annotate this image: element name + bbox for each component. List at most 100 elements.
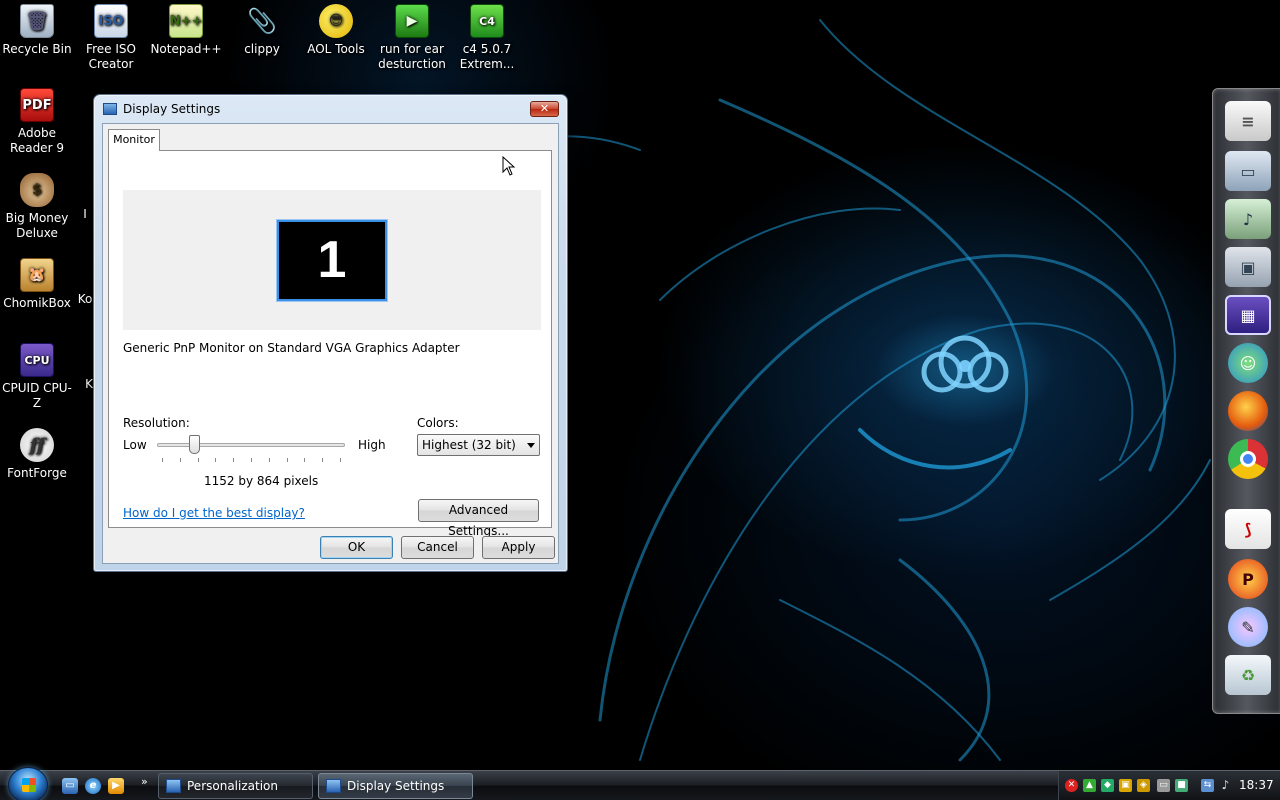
- mouse-cursor-icon: [502, 156, 516, 176]
- taskbar: ▭ e ▶ » Personalization Display Settings…: [0, 767, 1280, 800]
- folder-music-icon[interactable]: ♪: [1225, 199, 1271, 239]
- desktop-icon-free-iso-creator[interactable]: ISO Free ISO Creator: [73, 4, 149, 72]
- start-button[interactable]: [8, 767, 48, 800]
- notepad-plus-plus-icon: N++: [169, 4, 203, 38]
- resolution-label: Resolution:: [123, 416, 190, 430]
- chevron-down-icon: [527, 443, 535, 448]
- c4-icon: C4: [470, 4, 504, 38]
- desktop-icon-label: FontForge: [7, 466, 67, 480]
- tab-monitor[interactable]: Monitor: [108, 129, 160, 151]
- desktop-icon-aol-tools[interactable]: 😎 AOL Tools: [298, 4, 374, 57]
- colors-label: Colors:: [417, 416, 459, 430]
- desktop-icon-label: CPUID CPU-Z: [2, 381, 72, 410]
- desktop-icon-cpu-z[interactable]: CPU CPUID CPU-Z: [0, 343, 75, 411]
- security-alert-icon[interactable]: ✕: [1065, 779, 1078, 792]
- resolution-slider-thumb[interactable]: [188, 435, 200, 454]
- monitor-tab-panel: 1 Generic PnP Monitor on Standard VGA Gr…: [108, 150, 552, 538]
- run-for-ear-icon: ▶: [395, 4, 429, 38]
- fontforge-icon: ff: [20, 428, 54, 462]
- resolution-high-label: High: [358, 438, 386, 452]
- paint-brush-icon[interactable]: ✎: [1228, 607, 1268, 647]
- taskbar-button-display-settings[interactable]: Display Settings: [318, 773, 473, 799]
- colors-dropdown[interactable]: Highest (32 bit): [417, 434, 540, 456]
- volume-icon[interactable]: ♪: [1219, 779, 1232, 792]
- network-icon[interactable]: ⇆: [1201, 779, 1214, 792]
- adapter-label: Generic PnP Monitor on Standard VGA Grap…: [123, 341, 460, 355]
- monitor-arrangement-area: 1: [123, 190, 541, 330]
- advanced-settings-button[interactable]: Advanced Settings...: [418, 499, 539, 538]
- slider-tick: [162, 458, 163, 462]
- iso-creator-icon: ISO: [94, 4, 128, 38]
- lock-icon[interactable]: ▣: [1119, 779, 1132, 792]
- pin-app-icon[interactable]: P: [1228, 559, 1268, 599]
- media-player-icon[interactable]: ▶: [108, 778, 124, 794]
- quick-launch-more[interactable]: »: [141, 775, 148, 788]
- desktop-icon-label: AOL Tools: [307, 42, 365, 56]
- dialog-title: Display Settings: [123, 102, 221, 116]
- slider-tick: [340, 458, 341, 462]
- messenger-icon[interactable]: ☺: [1228, 343, 1268, 383]
- clock[interactable]: 18:37: [1239, 778, 1274, 792]
- partial-icon-label: I: [83, 207, 87, 221]
- best-display-help-link[interactable]: How do I get the best display?: [123, 506, 305, 520]
- slider-tick: [268, 458, 270, 462]
- slider-tick: [215, 458, 217, 462]
- display-settings-dialog: Display Settings ✕ Monitor 1 Generic PnP…: [93, 94, 568, 572]
- folder-pictures-icon[interactable]: ▣: [1225, 247, 1271, 287]
- adobe-reader-dock-icon[interactable]: ⟆: [1225, 509, 1271, 549]
- desktop-icon-c4[interactable]: C4 c4 5.0.7 Extrem...: [449, 4, 525, 72]
- desktop-icon-label: c4 5.0.7 Extrem...: [459, 42, 515, 71]
- aol-tools-icon: 😎: [319, 4, 353, 38]
- app-tray-icon[interactable]: ■: [1175, 779, 1188, 792]
- taskbar-button-label: Display Settings: [347, 779, 445, 793]
- slider-tick: [304, 458, 306, 462]
- desktop-icon-label: Notepad++: [150, 42, 222, 56]
- desktop-icon-chomikbox[interactable]: 🐹 ChomikBox: [0, 258, 75, 311]
- recycle-bin-icon: 🗑: [20, 4, 54, 38]
- show-desktop-icon[interactable]: ▭: [62, 778, 78, 794]
- cpu-z-dock-icon[interactable]: ▦: [1225, 295, 1271, 335]
- desktop-icon-label: clippy: [244, 42, 280, 56]
- taskbar-button-label: Personalization: [187, 779, 278, 793]
- desktop-icon-label: ChomikBox: [3, 296, 71, 310]
- close-icon: ✕: [539, 102, 550, 115]
- desktop-icon-fontforge[interactable]: ff FontForge: [0, 428, 75, 481]
- desktop-icon-adobe-reader[interactable]: PDF Adobe Reader 9: [0, 88, 75, 156]
- windows-logo-icon: [22, 778, 36, 792]
- display-settings-icon: [103, 103, 117, 115]
- desktop-icon-recycle-bin[interactable]: 🗑 Recycle Bin: [0, 4, 75, 57]
- dialog-title-bar[interactable]: Display Settings ✕: [94, 95, 567, 123]
- cancel-button[interactable]: Cancel: [401, 536, 474, 559]
- desktop-icon-notepad-plus-plus[interactable]: N++ Notepad++: [148, 4, 224, 57]
- slider-tick: [286, 458, 288, 462]
- monitor-1-thumbnail[interactable]: 1: [276, 219, 388, 302]
- network-green-icon[interactable]: ▲: [1083, 779, 1096, 792]
- personalization-icon: [166, 779, 181, 793]
- apply-button[interactable]: Apply: [482, 536, 555, 559]
- slider-tick: [322, 458, 324, 462]
- desktop-icon-run-for-ear[interactable]: ▶ run for ear desturction: [374, 4, 450, 72]
- shield-icon[interactable]: ◈: [1137, 779, 1150, 792]
- monitor-tray-icon[interactable]: ▭: [1157, 779, 1170, 792]
- internet-explorer-icon[interactable]: e: [85, 778, 101, 794]
- resolution-slider-track[interactable]: [157, 443, 345, 447]
- antivirus-icon[interactable]: ◆: [1101, 779, 1114, 792]
- close-button[interactable]: ✕: [530, 101, 559, 117]
- slider-tick: [197, 458, 199, 462]
- system-tray: ✕ ▲ ◆ ▣ ◈ ▭ ■ ⇆ ♪ 18:37: [1058, 771, 1280, 800]
- big-money-icon: $: [20, 173, 54, 207]
- desktop-icon-clippy[interactable]: 📎 clippy: [224, 4, 300, 57]
- ok-button[interactable]: OK: [320, 536, 393, 559]
- firefox-icon[interactable]: [1228, 391, 1268, 431]
- document-icon[interactable]: ≡: [1225, 101, 1271, 141]
- desktop-icon-big-money[interactable]: $ Big Money Deluxe: [0, 173, 75, 241]
- cpu-z-icon: CPU: [20, 343, 54, 377]
- recycle-bin-dock-icon[interactable]: ♻: [1225, 655, 1271, 695]
- folder-icon[interactable]: ▭: [1225, 151, 1271, 191]
- desktop-icon-label: Recycle Bin: [2, 42, 72, 56]
- slider-tick: [233, 458, 235, 462]
- clippy-icon: 📎: [247, 6, 277, 35]
- desktop-icon-label: Big Money Deluxe: [5, 211, 69, 240]
- taskbar-button-personalization[interactable]: Personalization: [158, 773, 313, 799]
- chrome-icon[interactable]: [1228, 439, 1268, 479]
